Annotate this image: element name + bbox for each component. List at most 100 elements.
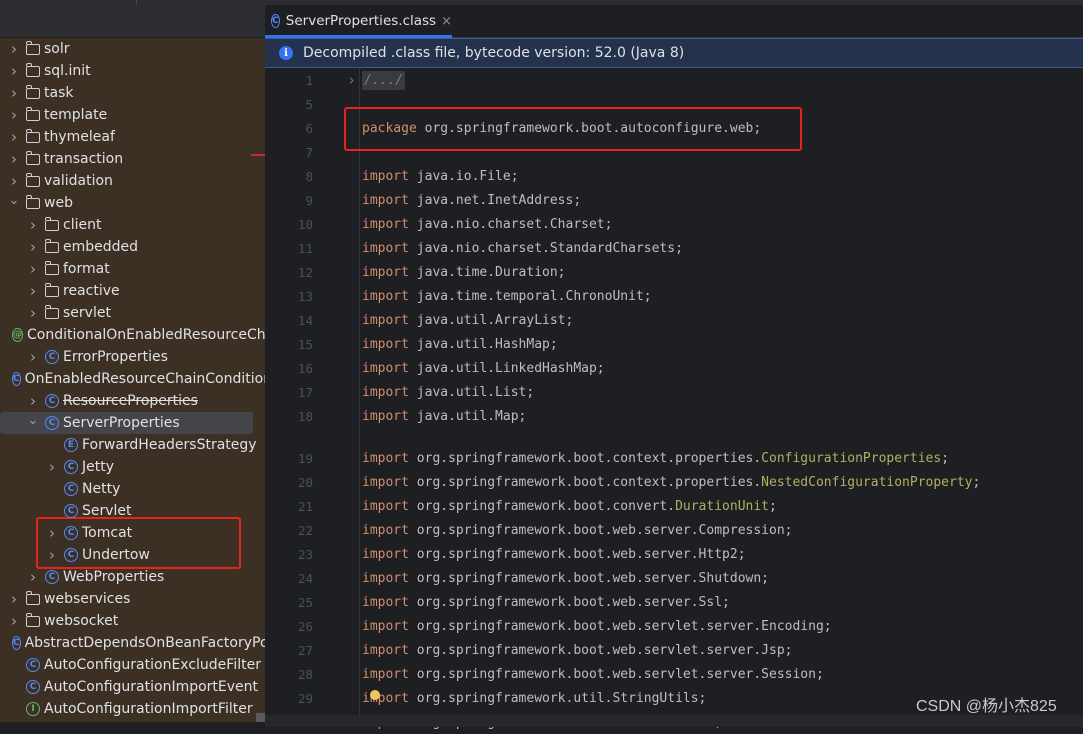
chevron-down-icon[interactable]: ⌄ bbox=[8, 193, 20, 208]
code-line[interactable]: 18 import java.util.Map; bbox=[265, 404, 1083, 428]
code-line[interactable]: 24 import org.springframework.boot.web.se… bbox=[265, 566, 1083, 590]
tree-item-autoconfigurationexcludefilter[interactable]: ›CAutoConfigurationExcludeFilter bbox=[0, 654, 265, 676]
keyword-token: import bbox=[362, 168, 409, 184]
fold-expand-icon[interactable]: › bbox=[347, 71, 356, 89]
close-tab-icon[interactable]: × bbox=[441, 14, 452, 29]
tree-item-sql-init[interactable]: › sql.init bbox=[0, 60, 265, 82]
keyword-token: import bbox=[362, 360, 409, 376]
code-token: java.time.Duration; bbox=[408, 264, 566, 280]
code-token: java.nio.charset.Charset; bbox=[408, 216, 613, 232]
chevron-right-icon[interactable]: › bbox=[27, 216, 39, 234]
class-icon: C bbox=[45, 416, 59, 430]
code-line[interactable]: 19 import org.springframework.boot.contex… bbox=[265, 446, 1083, 470]
tree-item-servlet[interactable]: › servlet bbox=[0, 302, 265, 324]
tree-item-client[interactable]: › client bbox=[0, 214, 265, 236]
code-line[interactable]: 27 import org.springframework.boot.web.se… bbox=[265, 638, 1083, 662]
project-tree-scrollbar[interactable] bbox=[256, 713, 265, 722]
chevron-right-icon[interactable]: › bbox=[8, 612, 20, 630]
tree-item-thymeleaf[interactable]: › thymeleaf bbox=[0, 126, 265, 148]
code-text: /.../ bbox=[362, 70, 406, 90]
code-line[interactable]: 1 › /.../ bbox=[265, 68, 1083, 92]
code-line[interactable]: 11 import java.nio.charset.StandardCharse… bbox=[265, 236, 1083, 260]
tree-item-format[interactable]: › format bbox=[0, 258, 265, 280]
code-text: import org.springframework.boot.web.serv… bbox=[362, 667, 824, 682]
code-editor[interactable]: 1 ›/.../5 6 package org.springframework.boo… bbox=[265, 68, 1083, 730]
tree-item-autoconfigurationimportevent[interactable]: ›CAutoConfigurationImportEvent bbox=[0, 676, 265, 698]
chevron-right-icon[interactable]: › bbox=[8, 84, 20, 102]
line-number: 21 bbox=[297, 498, 313, 514]
tree-item-resourceproperties[interactable]: › C ResourceProperties bbox=[0, 390, 265, 412]
code-line[interactable]: 25 import org.springframework.boot.web.se… bbox=[265, 590, 1083, 614]
keyword-token: import bbox=[362, 408, 409, 424]
tree-item-websocket[interactable]: › websocket bbox=[0, 610, 265, 632]
chevron-right-icon[interactable]: › bbox=[27, 260, 39, 278]
tab-serverproperties-class[interactable]: C ServerProperties.class × bbox=[265, 5, 452, 38]
code-line[interactable]: 21 import org.springframework.boot.conver… bbox=[265, 494, 1083, 518]
intention-bulb-icon[interactable] bbox=[370, 690, 380, 700]
line-number: 20 bbox=[297, 474, 313, 490]
code-line[interactable]: 10 import java.nio.charset.Charset; bbox=[265, 212, 1083, 236]
chevron-right-icon[interactable]: › bbox=[8, 40, 20, 58]
chevron-right-icon[interactable]: › bbox=[27, 348, 39, 366]
chevron-right-icon[interactable]: › bbox=[27, 392, 39, 410]
tree-item-netty[interactable]: ›CNetty bbox=[0, 478, 265, 500]
class-icon: C bbox=[45, 350, 59, 364]
code-line[interactable]: 8 import java.io.File; bbox=[265, 164, 1083, 188]
code-line[interactable]: 13 import java.time.temporal.ChronoUnit; bbox=[265, 284, 1083, 308]
code-line[interactable]: 14 import java.util.ArrayList; bbox=[265, 308, 1083, 332]
tree-item-errorproperties[interactable]: › C ErrorProperties bbox=[0, 346, 265, 368]
tree-item-serverproperties[interactable]: ⌄ C ServerProperties bbox=[0, 412, 265, 434]
tree-item-web[interactable]: ⌄ web bbox=[0, 192, 265, 214]
code-line[interactable]: 12 import java.time.Duration; bbox=[265, 260, 1083, 284]
chevron-right-icon[interactable]: › bbox=[8, 128, 20, 146]
code-line[interactable] bbox=[265, 428, 1083, 446]
code-line[interactable]: 15 import java.util.HashMap; bbox=[265, 332, 1083, 356]
chevron-right-icon[interactable]: › bbox=[46, 458, 58, 476]
tree-item-task[interactable]: › task bbox=[0, 82, 265, 104]
code-token: org.springframework.util.StringUtils; bbox=[408, 690, 707, 706]
tree-item-validation[interactable]: › validation bbox=[0, 170, 265, 192]
code-token: java.util.ArrayList; bbox=[408, 312, 574, 328]
tree-item-webservices[interactable]: › webservices bbox=[0, 588, 265, 610]
tree-item-forwardheadersstrategy[interactable]: ›EForwardHeadersStrategy bbox=[0, 434, 265, 456]
chevron-right-icon[interactable]: › bbox=[27, 568, 39, 586]
code-line[interactable]: 28 import org.springframework.boot.web.se… bbox=[265, 662, 1083, 686]
chevron-down-icon[interactable]: ⌄ bbox=[27, 413, 39, 428]
chevron-right-icon[interactable]: › bbox=[27, 282, 39, 300]
code-line[interactable]: 17 import java.util.List; bbox=[265, 380, 1083, 404]
code-line[interactable]: 22 import org.springframework.boot.web.se… bbox=[265, 518, 1083, 542]
tree-item-label: OnEnabledResourceChainCondition bbox=[24, 371, 265, 387]
tree-item-transaction[interactable]: › transaction bbox=[0, 148, 265, 170]
code-token: java.util.Map; bbox=[408, 408, 527, 424]
tree-item-solr[interactable]: › solr bbox=[0, 38, 265, 60]
line-number: 11 bbox=[297, 240, 313, 256]
tree-item-onenabledresourcechaincondition[interactable]: ›COnEnabledResourceChainCondition bbox=[0, 368, 265, 390]
tree-item-abstractdependsonbeanfactorypostprocessor[interactable]: ›CAbstractDependsOnBeanFactoryPostProces… bbox=[0, 632, 265, 654]
tree-item-jetty[interactable]: › C Jetty bbox=[0, 456, 265, 478]
code-text: import org.springframework.boot.web.serv… bbox=[362, 571, 769, 586]
tree-item-template[interactable]: › template bbox=[0, 104, 265, 126]
chevron-right-icon[interactable]: › bbox=[27, 304, 39, 322]
chevron-right-icon[interactable]: › bbox=[8, 590, 20, 608]
folder-icon bbox=[25, 590, 40, 605]
tree-item-autoconfigurationimportfilter[interactable]: ›IAutoConfigurationImportFilter bbox=[0, 698, 265, 720]
code-line[interactable]: 9 import java.net.InetAddress; bbox=[265, 188, 1083, 212]
chevron-right-icon[interactable]: › bbox=[8, 62, 20, 80]
chevron-right-icon[interactable]: › bbox=[8, 106, 20, 124]
tree-item-reactive[interactable]: › reactive bbox=[0, 280, 265, 302]
chevron-right-icon[interactable]: › bbox=[46, 524, 58, 542]
code-line[interactable]: 16 import java.util.LinkedHashMap; bbox=[265, 356, 1083, 380]
chevron-right-icon[interactable]: › bbox=[27, 238, 39, 256]
code-line[interactable]: 23 import org.springframework.boot.web.se… bbox=[265, 542, 1083, 566]
tree-item-conditionalonenabledresourcechain[interactable]: ›@ConditionalOnEnabledResourceChain bbox=[0, 324, 265, 346]
chevron-right-icon[interactable]: › bbox=[8, 172, 20, 190]
tree-item-embedded[interactable]: › embedded bbox=[0, 236, 265, 258]
tree-item-webproperties[interactable]: › C WebProperties bbox=[0, 566, 265, 588]
code-line[interactable]: 20 import org.springframework.boot.contex… bbox=[265, 470, 1083, 494]
code-line[interactable]: 26 import org.springframework.boot.web.se… bbox=[265, 614, 1083, 638]
chevron-right-icon[interactable]: › bbox=[8, 150, 20, 168]
tree-item-label: sql.init bbox=[44, 63, 91, 79]
chevron-right-icon[interactable]: › bbox=[46, 546, 58, 564]
folded-region[interactable]: /.../ bbox=[362, 70, 406, 90]
keyword-token: import bbox=[362, 450, 409, 466]
